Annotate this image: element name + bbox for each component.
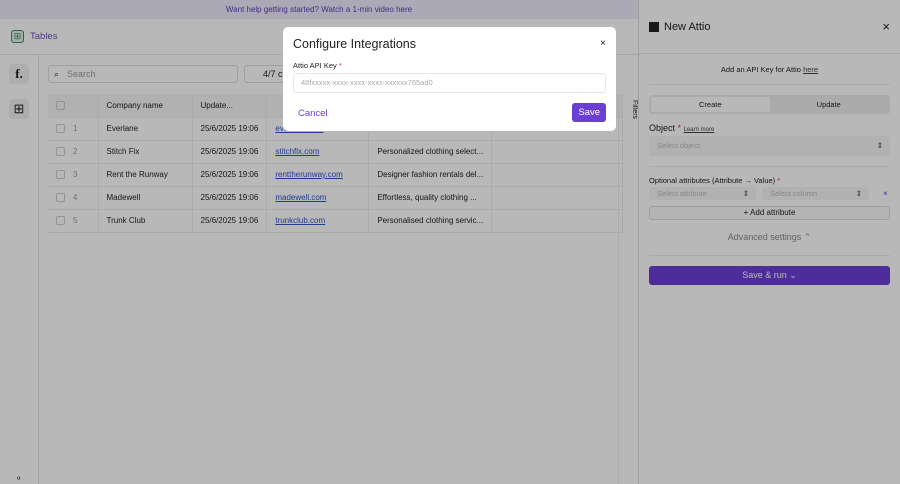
configure-integrations-modal: Configure Integrations × Attio API Key *… bbox=[283, 27, 616, 131]
close-icon[interactable]: × bbox=[600, 38, 606, 49]
api-key-label: Attio API Key bbox=[293, 61, 337, 70]
api-key-input[interactable]: 48fxxxxx-xxxx-xxxx-xxxx-xxxxxx765ad0 bbox=[293, 73, 606, 93]
cancel-button[interactable]: Cancel bbox=[298, 108, 328, 119]
modal-title: Configure Integrations bbox=[293, 37, 416, 51]
save-button[interactable]: Save bbox=[572, 103, 606, 122]
